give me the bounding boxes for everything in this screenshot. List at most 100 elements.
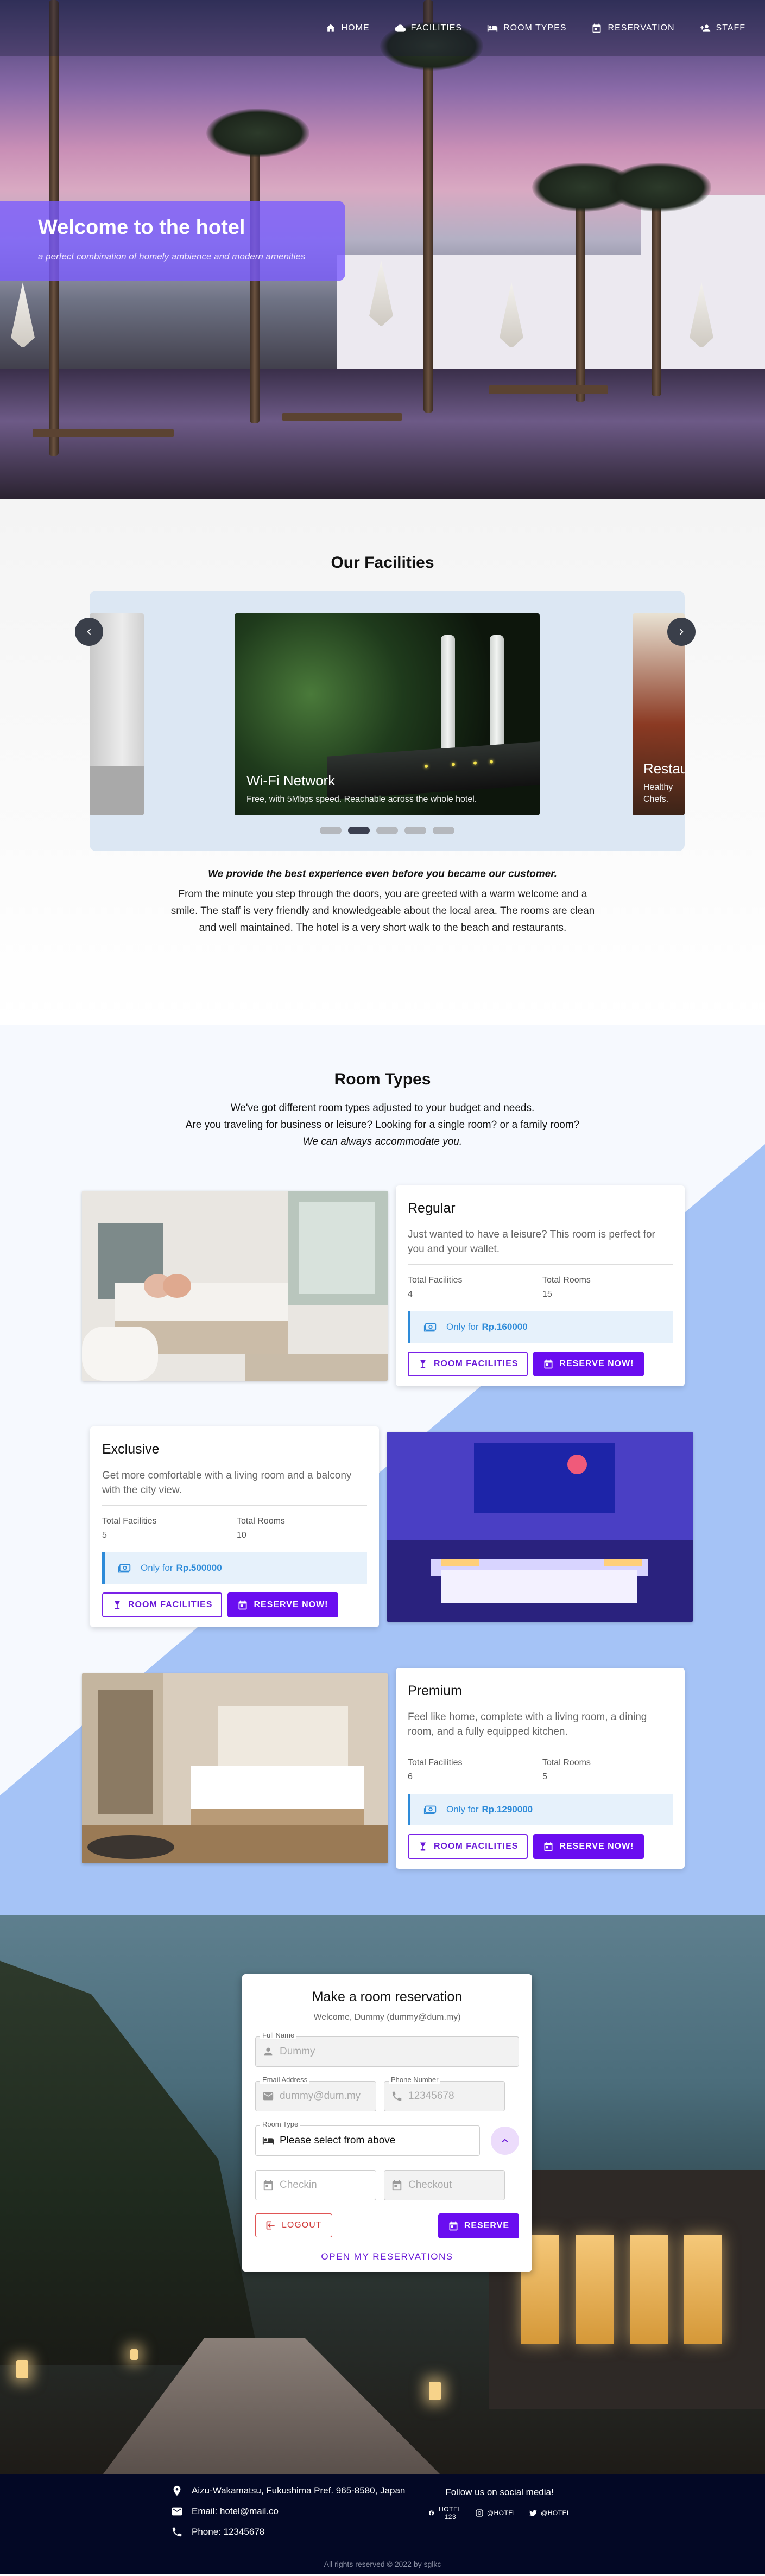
stat-label: Total Rooms	[542, 1758, 591, 1767]
carousel-prev-button[interactable]	[75, 618, 103, 646]
room-facilities-label: ROOM FACILITIES	[128, 1600, 213, 1609]
twitter-link[interactable]: @HOTEL	[529, 2505, 571, 2521]
facebook-link[interactable]: HOTEL 123	[428, 2505, 463, 2521]
mail-icon	[172, 2507, 182, 2516]
hero-lounger	[282, 413, 402, 421]
room-types-intro-line2: Are you traveling for business or leisur…	[185, 1119, 580, 1131]
chevron-right-icon	[679, 629, 684, 635]
stat-value: 4	[408, 1290, 413, 1299]
room-stats: Total Facilities 6 Total Rooms 5	[408, 1758, 673, 1782]
facilities-section: Our Facilities Wi-Fi Network Free, with …	[0, 499, 765, 1025]
nav-staff[interactable]: STAFF	[700, 23, 745, 34]
room-name: Premium	[408, 1683, 463, 1698]
price-value: Rp.1290000	[482, 1804, 533, 1814]
calendar-icon	[592, 23, 601, 33]
exclusive-room-photo	[387, 1432, 693, 1622]
divider	[102, 1505, 367, 1506]
footer-follow-text: Follow us on social media!	[445, 2487, 554, 2497]
stat-total-facilities: Total Facilities 5	[102, 1517, 237, 1540]
email-field[interactable]: Email Address dummy@dum.my	[255, 2076, 376, 2111]
garden-lamp	[16, 2360, 28, 2378]
phone-field[interactable]: Phone Number 12345678	[384, 2076, 505, 2111]
footer-contact: Aizu-Wakamatsu, Fukushima Pref. 965-8580…	[171, 2485, 405, 2547]
room-types-section: Room Types We've got different room type…	[0, 1025, 765, 1915]
carousel-slide-prev[interactable]	[90, 613, 144, 815]
hero-palm-top	[206, 109, 309, 157]
calendar-icon	[449, 2221, 458, 2231]
router-led	[490, 760, 493, 764]
house-window	[576, 2235, 614, 2344]
person-add-icon	[700, 24, 710, 32]
room-type-select[interactable]: Room Type Please select from above	[255, 2120, 481, 2156]
facilities-carousel[interactable]: Wi-Fi Network Free, with 5Mbps speed. Re…	[90, 591, 685, 851]
slide-text: Free, with 5Mbps speed. Reachable across…	[246, 795, 477, 804]
carousel-dot[interactable]	[376, 827, 398, 834]
room-facilities-button[interactable]: ROOM FACILITIES	[408, 1352, 528, 1376]
garden-lamp	[429, 2382, 441, 2400]
reserve-now-button[interactable]: RESERVE NOW!	[533, 1352, 644, 1376]
scroll-up-button[interactable]	[491, 2127, 519, 2155]
lamp-icon	[420, 1360, 426, 1368]
full-name-field[interactable]: Full Name Dummy	[255, 2031, 519, 2067]
reserve-now-button[interactable]: RESERVE NOW!	[533, 1834, 644, 1859]
room-image-premium	[82, 1673, 388, 1863]
nav-reservation[interactable]: RESERVATION	[591, 23, 674, 34]
price-prefix: Only for	[141, 1563, 173, 1573]
reserve-button[interactable]: RESERVE	[438, 2213, 519, 2238]
room-type-label: Room Type	[260, 2120, 301, 2128]
carousel-dot[interactable]	[404, 827, 426, 834]
stat-label: Total Rooms	[542, 1276, 591, 1285]
room-facilities-button[interactable]: ROOM FACILITIES	[408, 1834, 528, 1859]
room-description: Feel like home, complete with a living r…	[408, 1711, 647, 1737]
carousel-next-button[interactable]	[667, 618, 696, 646]
price-box: Only for Rp.160000	[408, 1311, 673, 1343]
calendar-icon	[544, 1842, 553, 1851]
instagram-icon	[476, 2509, 483, 2517]
room-facilities-label: ROOM FACILITIES	[434, 1842, 519, 1851]
room-image-exclusive	[387, 1432, 693, 1622]
reserve-now-label: RESERVE NOW!	[559, 1842, 634, 1851]
phone-value: 12345678	[408, 2090, 454, 2102]
checkin-field[interactable]: Checkin	[255, 2170, 376, 2200]
reserve-now-label: RESERVE NOW!	[254, 1600, 328, 1609]
room-actions: ROOM FACILITIES RESERVE NOW!	[102, 1592, 367, 1617]
facebook-icon	[428, 2510, 434, 2516]
nav-home-label: HOME	[341, 23, 370, 33]
contact-row: Email Address dummy@dum.my Phone Number …	[255, 2067, 519, 2111]
instagram-link[interactable]: @HOTEL	[475, 2505, 517, 2521]
divider	[408, 1264, 673, 1265]
room-facilities-button[interactable]: ROOM FACILITIES	[102, 1592, 223, 1617]
stat-value: 5	[542, 1772, 547, 1781]
reserve-now-button[interactable]: RESERVE NOW!	[227, 1592, 338, 1617]
router-led	[425, 764, 428, 769]
reservation-section: Make a room reservation Welcome, Dummy (…	[0, 1915, 765, 2474]
logout-button[interactable]: LOGOUT	[255, 2213, 332, 2237]
footer-phone: Phone: 12345678	[171, 2526, 405, 2538]
carousel-dot[interactable]	[320, 827, 342, 834]
stat-value: 5	[102, 1531, 107, 1540]
nav-facilities[interactable]: FACILITIES	[394, 23, 462, 34]
carousel-slide-active[interactable]: Wi-Fi Network Free, with 5Mbps speed. Re…	[235, 613, 540, 815]
cloud-icon	[394, 24, 406, 32]
slide-text: Healthy	[643, 783, 673, 792]
footer-address-text: Aizu-Wakamatsu, Fukushima Pref. 965-8580…	[192, 2485, 406, 2496]
open-my-reservations-link[interactable]: OPEN MY RESERVATIONS	[255, 2251, 519, 2262]
carousel-dot[interactable]	[433, 827, 454, 834]
home-icon	[326, 24, 335, 32]
room-description: Get more comfortable with a living room …	[102, 1470, 352, 1496]
calendar-icon	[392, 2180, 402, 2191]
stat-total-facilities: Total Facilities 4	[408, 1276, 542, 1299]
chevron-up-icon	[502, 2139, 508, 2143]
checkout-field[interactable]: Checkout	[384, 2170, 505, 2200]
bed-icon	[487, 25, 498, 32]
room-description: Just wanted to have a leisure? This room…	[408, 1229, 655, 1255]
router-led	[473, 761, 477, 765]
stat-value: 15	[542, 1290, 552, 1299]
router-led	[452, 763, 455, 766]
footer-copyright: All rights reserved © 2022 by sglkc	[324, 2560, 441, 2568]
dates-row: Checkin Checkout	[255, 2156, 519, 2200]
nav-room-types[interactable]: ROOM TYPES	[487, 23, 566, 34]
carousel-dot-active[interactable]	[348, 827, 370, 834]
nav-home[interactable]: HOME	[325, 23, 370, 34]
facilities-description: From the minute you step through the doo…	[170, 889, 595, 934]
